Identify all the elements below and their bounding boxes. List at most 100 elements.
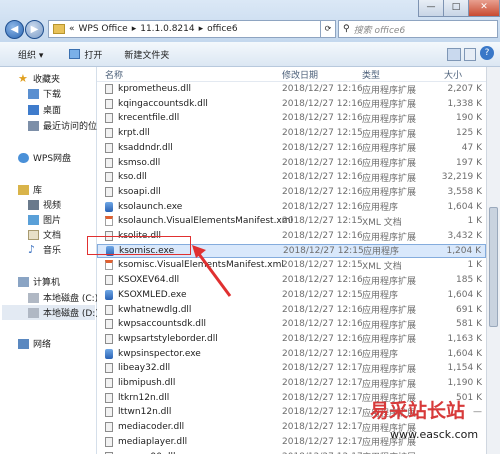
file-row[interactable]: libeay32.dll 2018/12/27 12:17 应用程序扩展 1,154 … — [97, 361, 486, 375]
nav-documents[interactable]: 文档 — [28, 228, 61, 241]
file-name: krecentfile.dll — [118, 113, 180, 124]
file-name: kwhatnewdlg.dll — [118, 304, 192, 315]
downloads-icon — [28, 88, 39, 99]
dll-file-icon — [105, 142, 113, 153]
address-sep-1: ▸ — [131, 24, 137, 34]
dll-file-icon — [105, 436, 113, 447]
file-name-cell: kqingaccountsdk.dll — [105, 98, 208, 109]
file-name: kwpsaccountsdk.dll — [118, 319, 207, 330]
address-segment-wps[interactable]: WPS Office — [79, 24, 128, 34]
nav-music[interactable]: ♪ 音乐 — [28, 242, 61, 257]
maximize-button[interactable]: □ — [443, 0, 469, 17]
column-type[interactable]: 类型 — [362, 68, 380, 81]
file-size: 1,604 K — [447, 201, 482, 212]
file-row[interactable]: kwpsartstyleborder.dll 2018/12/27 12:16 应用… — [97, 332, 486, 346]
file-row[interactable]: kqingaccountsdk.dll 2018/12/27 12:16 应用程序扩… — [97, 97, 486, 111]
file-name: mediacoder.dll — [118, 422, 185, 433]
nav-pictures[interactable]: 图片 — [28, 213, 61, 226]
file-row[interactable]: KSOXMLED.exe 2018/12/27 12:15 应用程序 1,604 K — [97, 288, 486, 302]
back-button[interactable]: ◀ — [5, 20, 24, 39]
column-date[interactable]: 修改日期 — [282, 68, 318, 81]
file-row[interactable]: ksolaunch.exe 2018/12/27 12:16 应用程序 1,604 K — [97, 200, 486, 214]
refresh-icon[interactable]: ⟳ — [320, 20, 336, 38]
file-row[interactable]: ksaddndr.dll 2018/12/27 12:16 应用程序扩展 47 K — [97, 141, 486, 155]
search-input[interactable]: ⚲ 搜索 office6 — [338, 20, 498, 38]
nav-recent[interactable]: 最近访问的位置 — [28, 119, 106, 132]
nav-videos[interactable]: 视频 — [28, 198, 61, 211]
file-name: ltkrn12n.dll — [118, 392, 170, 403]
file-size: 1,204 K — [446, 245, 481, 256]
file-type: 应用程序扩展 — [362, 188, 417, 199]
file-row[interactable]: krecentfile.dll 2018/12/27 12:16 应用程序扩展 190… — [97, 111, 486, 125]
address-segment-version[interactable]: 11.1.0.8214 — [140, 24, 194, 34]
file-size: 581 K — [456, 319, 482, 330]
file-name-cell: kso.dll — [105, 172, 147, 183]
file-date: 2018/12/27 12:15 — [282, 216, 363, 227]
column-size[interactable]: 大小 — [444, 68, 462, 81]
open-button[interactable]: 打开 — [69, 48, 102, 61]
network-icon — [18, 338, 29, 349]
nav-favorites[interactable]: ★ 收藏夹 — [18, 72, 60, 86]
file-row[interactable]: KSOXEV64.dll 2018/12/27 12:16 应用程序扩展 185 K — [97, 273, 486, 287]
nav-network[interactable]: 网络 — [18, 337, 51, 350]
file-row[interactable]: libmipush.dll 2018/12/27 12:17 应用程序扩展 1,190… — [97, 376, 486, 390]
file-date: 2018/12/27 12:16 — [282, 304, 363, 315]
file-row[interactable]: kso.dll 2018/12/27 12:16 应用程序扩展 32,219 K — [97, 170, 486, 184]
close-button[interactable]: ✕ — [468, 0, 500, 17]
file-size: 3,558 K — [447, 186, 482, 197]
nav-computer[interactable]: 计算机 — [18, 275, 60, 288]
file-name: ksolaunch.exe — [118, 201, 183, 212]
minimize-button[interactable]: — — [418, 0, 444, 17]
nav-downloads[interactable]: 下载 — [28, 87, 61, 100]
file-type: 应用程序 — [363, 247, 400, 258]
nav-drive-c[interactable]: 本地磁盘 (C:) — [28, 291, 98, 304]
file-name: KSOXEV64.dll — [118, 275, 180, 286]
scrollbar-thumb[interactable] — [489, 207, 498, 327]
file-row[interactable]: kwhatnewdlg.dll 2018/12/27 12:16 应用程序扩展 691… — [97, 303, 486, 317]
forward-button[interactable]: ▶ — [25, 20, 44, 39]
file-date: 2018/12/27 12:15 — [282, 289, 363, 300]
file-type: 应用程序扩展 — [362, 450, 416, 454]
nav-drive-d[interactable]: 本地磁盘 (D:) — [2, 305, 99, 320]
column-name[interactable]: 名称 — [105, 68, 123, 81]
dll-file-icon — [105, 84, 113, 94]
file-name: mediaplayer.dll — [118, 436, 188, 447]
address-segment-office6[interactable]: office6 — [207, 24, 237, 34]
file-row[interactable]: kprometheus.dll 2018/12/27 12:16 应用程序扩展 2,2… — [97, 82, 486, 96]
file-type: 应用程序扩展 — [362, 173, 417, 184]
file-row[interactable]: ksmso.dll 2018/12/27 12:16 应用程序扩展 197 K — [97, 156, 486, 170]
view-options-icon[interactable] — [447, 48, 461, 61]
file-row[interactable]: kwpsinspector.exe 2018/12/27 12:16 应用程序 1,6… — [97, 347, 486, 361]
organize-button[interactable]: 组织 ▾ — [18, 48, 43, 61]
file-date: 2018/12/27 12:16 — [282, 319, 363, 330]
nav-desktop[interactable]: 桌面 — [28, 103, 61, 116]
file-row[interactable]: kwpsaccountsdk.dll 2018/12/27 12:16 应用程序扩展… — [97, 317, 486, 331]
nav-wps-cloud-label: WPS网盘 — [33, 154, 72, 164]
xml-file-icon — [105, 216, 113, 227]
file-type: 应用程序扩展 — [362, 159, 417, 169]
nav-wps-cloud[interactable]: WPS网盘 — [18, 151, 71, 164]
file-type: 应用程序扩展 — [362, 114, 417, 125]
file-type: XML 文档 — [362, 217, 402, 228]
file-name: kprometheus.dll — [118, 84, 191, 94]
file-type: 应用程序扩展 — [362, 232, 417, 243]
help-icon[interactable]: ? — [480, 46, 494, 60]
nav-library[interactable]: 库 — [18, 183, 42, 196]
new-folder-button[interactable]: 新建文件夹 — [124, 48, 169, 61]
file-name-cell: ltkrn12n.dll — [105, 392, 170, 403]
dll-file-icon — [105, 319, 113, 330]
address-field[interactable]: « WPS Office ▸ 11.1.0.8214 ▸ office6 — [48, 20, 322, 38]
file-size: 1,338 K — [447, 98, 482, 109]
file-row[interactable]: ksolaunch.VisualElementsManifest.xml 2018… — [97, 214, 486, 228]
exe-file-icon — [105, 289, 113, 300]
preview-pane-icon[interactable] — [464, 48, 476, 61]
file-row[interactable]: ksoapi.dll 2018/12/27 12:16 应用程序扩展 3,558 K — [97, 185, 486, 199]
file-name: ksoapi.dll — [118, 186, 161, 197]
watermark-title: 易采站长站 — [370, 400, 466, 422]
music-icon: ♪ — [28, 242, 36, 256]
file-size: 1,604 K — [447, 289, 482, 300]
file-row[interactable]: ksomisc.VisualElementsManifest.xml 2018/1… — [97, 258, 486, 272]
desktop-icon — [28, 104, 39, 115]
file-row[interactable]: krpt.dll 2018/12/27 12:15 应用程序扩展 125 K — [97, 126, 486, 140]
file-row[interactable]: msvcm90.dll2018/12/27 12:17应用程序扩展 — [97, 450, 486, 454]
